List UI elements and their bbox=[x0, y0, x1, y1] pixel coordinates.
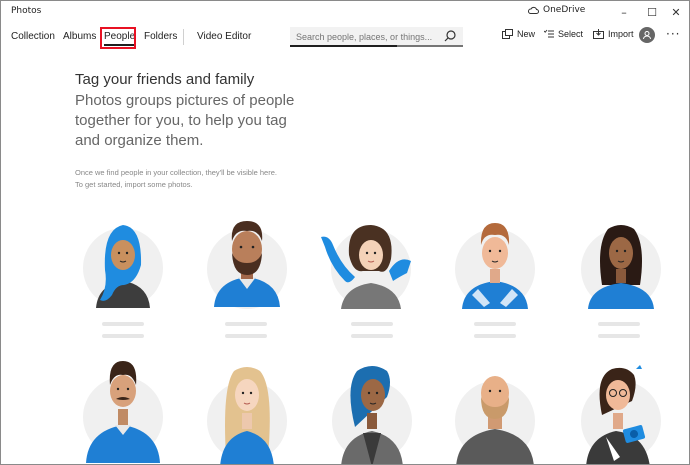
select-button[interactable]: Select bbox=[544, 29, 583, 39]
tab-video-editor[interactable]: Video Editor bbox=[197, 31, 251, 42]
bearded-man-figure bbox=[207, 221, 287, 309]
name-placeholder bbox=[102, 322, 144, 326]
bald-bearded-man-figure bbox=[455, 376, 535, 464]
vest-woman-figure bbox=[332, 366, 412, 464]
count-placeholder bbox=[225, 334, 267, 338]
tab-albums[interactable]: Albums bbox=[63, 31, 96, 42]
onedrive-button[interactable]: OneDrive bbox=[528, 5, 585, 15]
user-icon bbox=[643, 31, 651, 40]
empty-state-hint: Once we find people in your collection, … bbox=[75, 167, 315, 191]
maximize-icon: ☐ bbox=[647, 5, 657, 19]
select-list-icon bbox=[544, 29, 554, 38]
select-label: Select bbox=[558, 29, 584, 39]
count-placeholder bbox=[474, 334, 516, 338]
search-focus-underline bbox=[290, 45, 397, 47]
hijab-woman-figure bbox=[83, 225, 163, 308]
close-icon: ✕ bbox=[671, 5, 681, 19]
woman-with-cat-figure bbox=[321, 225, 411, 309]
person-illustration-2 bbox=[202, 211, 292, 321]
name-placeholder bbox=[474, 322, 516, 326]
cloud-icon bbox=[528, 6, 539, 14]
page-headline: Tag your friends and family bbox=[75, 71, 255, 88]
more-options-button[interactable]: ··· bbox=[666, 27, 680, 41]
blonde-woman-figure bbox=[207, 367, 287, 464]
count-placeholder bbox=[102, 334, 144, 338]
import-label: Import bbox=[608, 29, 634, 39]
person-illustration-1 bbox=[78, 215, 168, 325]
glasses-woman-with-camera-figure bbox=[581, 365, 661, 464]
count-placeholder bbox=[351, 334, 393, 338]
person-illustration-8 bbox=[327, 357, 417, 464]
curly-hair-man-figure bbox=[455, 223, 535, 309]
selection-highlight bbox=[100, 27, 136, 49]
app-title: Photos bbox=[11, 6, 42, 16]
photos-window: Photos OneDrive – ☐ ✕ Collection Albums … bbox=[0, 0, 690, 465]
minimize-icon: – bbox=[621, 5, 627, 19]
minimize-button[interactable]: – bbox=[609, 1, 639, 23]
mustache-man-figure bbox=[83, 361, 163, 463]
name-placeholder bbox=[225, 322, 267, 326]
long-hair-woman-figure bbox=[581, 225, 661, 309]
person-illustration-5 bbox=[576, 215, 666, 325]
onedrive-label: OneDrive bbox=[543, 5, 586, 15]
tab-collection[interactable]: Collection bbox=[11, 31, 55, 42]
account-avatar[interactable] bbox=[639, 27, 655, 43]
new-label: New bbox=[517, 29, 536, 39]
title-bar: Photos OneDrive – ☐ ✕ bbox=[1, 1, 689, 23]
new-button[interactable]: New bbox=[502, 29, 535, 39]
person-illustration-7 bbox=[202, 357, 292, 464]
import-icon bbox=[593, 29, 604, 39]
hint-line-1: Once we find people in your collection, … bbox=[75, 168, 277, 177]
new-icon bbox=[502, 29, 513, 39]
page-subheadline: Photos groups pictures of people togethe… bbox=[75, 92, 295, 149]
tab-folders[interactable]: Folders bbox=[144, 31, 177, 42]
name-placeholder bbox=[351, 322, 393, 326]
search-box[interactable] bbox=[290, 27, 463, 47]
person-illustration-6 bbox=[78, 353, 168, 463]
nav-divider bbox=[183, 29, 184, 45]
close-button[interactable]: ✕ bbox=[661, 1, 689, 23]
count-placeholder bbox=[598, 334, 640, 338]
import-button[interactable]: Import bbox=[593, 29, 634, 39]
name-placeholder bbox=[598, 322, 640, 326]
person-illustration-10 bbox=[576, 357, 666, 464]
search-input[interactable] bbox=[296, 30, 436, 44]
search-icon[interactable] bbox=[443, 29, 457, 43]
person-illustration-3 bbox=[319, 215, 411, 325]
hint-line-2: To get started, import some photos. bbox=[75, 180, 193, 189]
person-illustration-9 bbox=[450, 357, 540, 464]
person-illustration-4 bbox=[450, 215, 540, 325]
